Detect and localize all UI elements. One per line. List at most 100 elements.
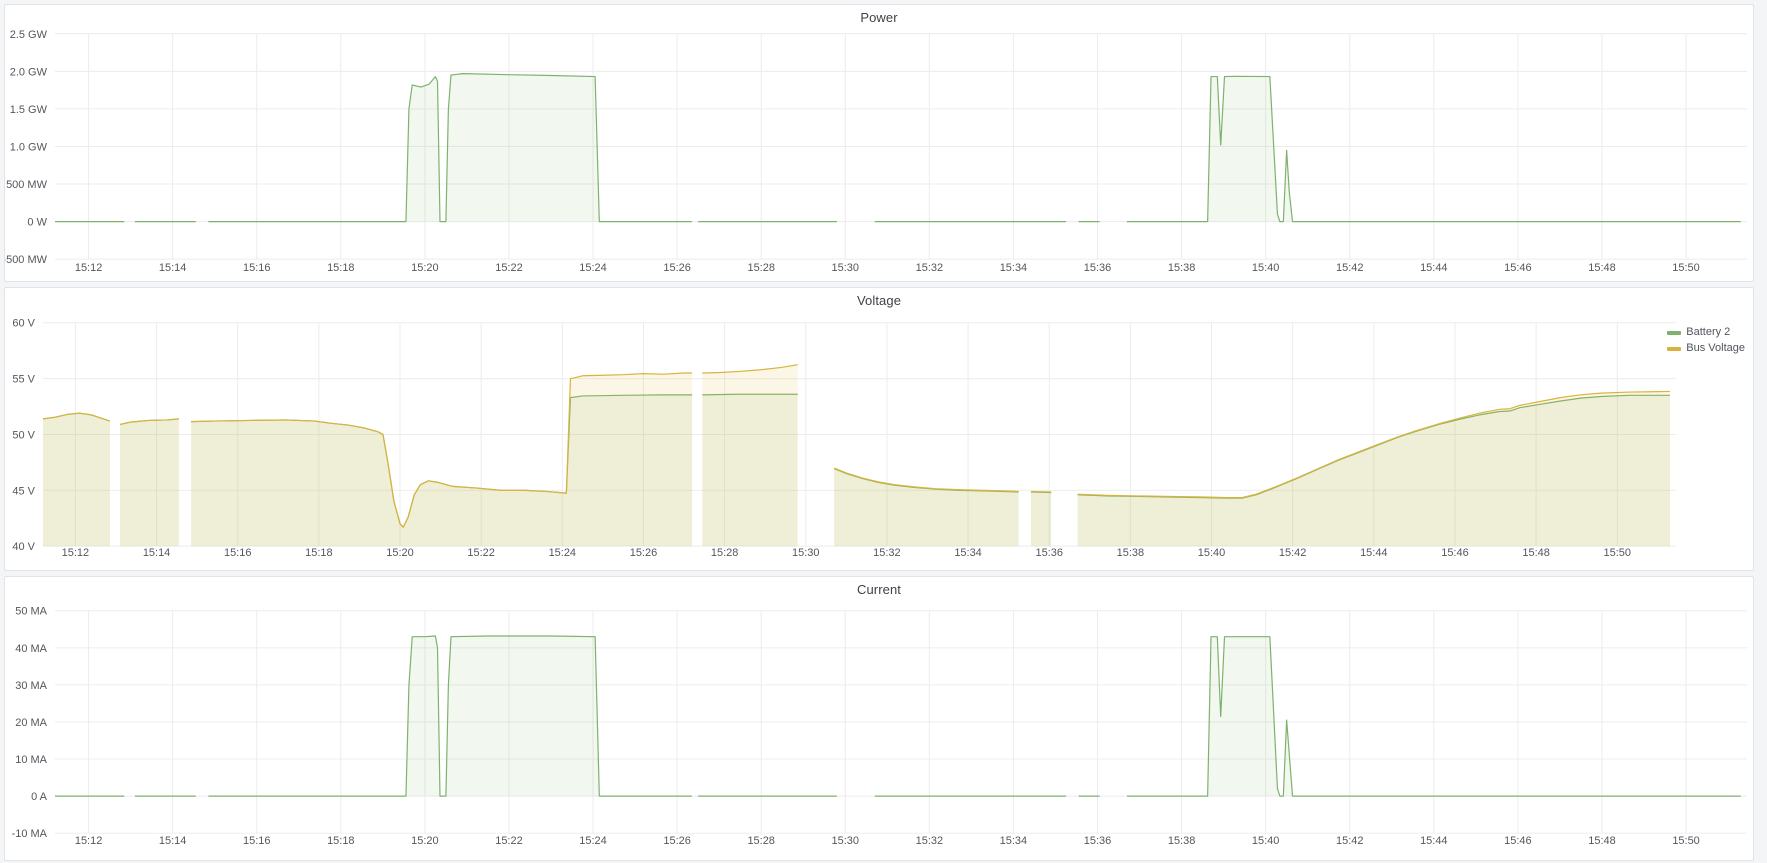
series-fill-bus-voltage	[43, 413, 110, 546]
x-tick-label: 15:34	[1000, 262, 1027, 274]
x-tick-label: 15:50	[1672, 835, 1699, 847]
x-tick-label: 15:28	[747, 835, 774, 847]
x-tick-label: 15:16	[224, 547, 251, 559]
y-tick-label: 40 V	[12, 541, 35, 553]
x-tick-label: 15:12	[62, 547, 89, 559]
legend-label: Bus Voltage	[1686, 342, 1745, 355]
panel-title-current[interactable]: Current	[5, 582, 1753, 597]
y-tick-label: 30 MA	[15, 680, 47, 692]
x-tick-label: 15:48	[1522, 547, 1549, 559]
y-tick-label: 1.0 GW	[10, 141, 48, 153]
y-tick-label: 2.5 GW	[10, 29, 48, 41]
x-tick-label: 15:40	[1198, 547, 1225, 559]
legend-item-battery-2[interactable]: Battery 2	[1667, 326, 1745, 339]
series-fill-bus-voltage	[120, 419, 179, 546]
y-tick-label: 10 MA	[15, 754, 47, 766]
panel-current: 50 MA 40 MA 30 MA 20 MA 10 MA 0 A -10 MA 15:12 1…	[4, 576, 1754, 861]
legend-swatch	[1667, 347, 1681, 351]
x-tick-label: 15:40	[1252, 262, 1279, 274]
x-tick-label: 15:34	[1000, 835, 1027, 847]
x-tick-label: 15:44	[1420, 262, 1447, 274]
x-tick-label: 15:14	[143, 547, 170, 559]
y-tick-label: 60 V	[12, 318, 35, 330]
y-tick-label: 50 V	[12, 429, 35, 441]
x-tick-label: 15:20	[386, 547, 413, 559]
x-tick-label: 15:46	[1504, 262, 1531, 274]
x-tick-label: 15:20	[411, 835, 438, 847]
x-tick-label: 15:28	[747, 262, 774, 274]
x-tick-label: 15:36	[1084, 835, 1111, 847]
x-tick-label: 15:36	[1084, 262, 1111, 274]
y-tick-label: 45 V	[12, 485, 35, 497]
x-tick-label: 15:42	[1336, 835, 1363, 847]
x-tick-label: 15:50	[1672, 262, 1699, 274]
x-tick-label: 15:26	[663, 835, 690, 847]
x-tick-label: 15:20	[411, 262, 438, 274]
voltage-chart[interactable]: 60 V 55 V 50 V 45 V 40 V 15:12 15:14 15:16 15:18…	[5, 288, 1753, 570]
x-tick-label: 15:18	[305, 547, 332, 559]
x-tick-label: 15:46	[1441, 547, 1468, 559]
panel-voltage: 60 V 55 V 50 V 45 V 40 V 15:12 15:14 15:16 15:18…	[4, 287, 1754, 571]
x-tick-label: 15:30	[792, 547, 819, 559]
y-tick-label: 1.5 GW	[10, 104, 48, 116]
x-tick-label: 15:42	[1336, 262, 1363, 274]
panel-title-power[interactable]: Power	[5, 10, 1753, 25]
x-tick-label: 15:22	[495, 835, 522, 847]
x-tick-label: 15:26	[663, 262, 690, 274]
y-tick-label: 0 A	[31, 791, 48, 803]
x-tick-label: 15:32	[916, 835, 943, 847]
series-fill-bus-voltage	[191, 373, 692, 546]
x-tick-label: 15:44	[1360, 547, 1387, 559]
y-tick-label: -10 MA	[12, 828, 48, 840]
x-tick-label: 15:38	[1117, 547, 1144, 559]
x-tick-label: 15:48	[1588, 262, 1615, 274]
x-tick-label: 15:16	[243, 835, 270, 847]
x-tick-label: 15:38	[1168, 835, 1195, 847]
x-tick-label: 15:26	[630, 547, 657, 559]
y-tick-label: 2.0 GW	[10, 66, 48, 78]
x-tick-label: 15:36	[1035, 547, 1062, 559]
x-tick-label: 15:34	[954, 547, 981, 559]
x-tick-label: 15:46	[1504, 835, 1531, 847]
legend-swatch	[1667, 331, 1681, 335]
y-tick-label: 40 MA	[15, 643, 47, 655]
x-tick-label: 15:40	[1252, 835, 1279, 847]
x-tick-label: 15:24	[579, 262, 606, 274]
x-tick-label: 15:44	[1420, 835, 1447, 847]
y-tick-label: 55 V	[12, 374, 35, 386]
x-tick-label: 15:18	[327, 262, 354, 274]
x-tick-label: 15:24	[579, 835, 606, 847]
x-tick-label: 15:22	[495, 262, 522, 274]
panel-title-voltage[interactable]: Voltage	[5, 293, 1753, 308]
power-chart[interactable]: 2.5 GW 2.0 GW 1.5 GW 1.0 GW 500 MW 0 W -500 MW…	[5, 5, 1753, 281]
x-tick-label: 15:12	[75, 835, 102, 847]
x-tick-label: 15:48	[1588, 835, 1615, 847]
x-tick-label: 15:30	[832, 262, 859, 274]
current-chart[interactable]: 50 MA 40 MA 30 MA 20 MA 10 MA 0 A -10 MA 15:12 1…	[5, 577, 1753, 860]
x-tick-label: 15:38	[1168, 262, 1195, 274]
legend: Battery 2 Bus Voltage	[1667, 326, 1745, 355]
x-tick-label: 15:16	[243, 262, 270, 274]
series-fill-bus-voltage	[702, 365, 797, 547]
y-tick-label: -500 MW	[5, 254, 48, 266]
x-tick-label: 15:14	[159, 835, 186, 847]
y-tick-label: 20 MA	[15, 717, 47, 729]
x-tick-label: 15:32	[873, 547, 900, 559]
x-tick-label: 15:18	[327, 835, 354, 847]
y-tick-label: 0 W	[27, 217, 47, 229]
y-tick-label: 500 MW	[6, 179, 48, 191]
series-fill-power	[208, 74, 691, 222]
series-fill-bus-voltage	[834, 468, 1019, 546]
legend-label: Battery 2	[1686, 326, 1730, 339]
x-tick-label: 15:24	[549, 547, 576, 559]
x-tick-label: 15:22	[467, 547, 494, 559]
x-tick-label: 15:28	[711, 547, 738, 559]
x-tick-label: 15:50	[1604, 547, 1631, 559]
panel-power: 2.5 GW 2.0 GW 1.5 GW 1.0 GW 500 MW 0 W -500 MW…	[4, 4, 1754, 282]
legend-item-bus-voltage[interactable]: Bus Voltage	[1667, 342, 1745, 355]
x-tick-label: 15:30	[832, 835, 859, 847]
x-tick-label: 15:32	[916, 262, 943, 274]
x-tick-label: 15:14	[159, 262, 186, 274]
series-fill-bus-voltage	[1031, 491, 1051, 546]
y-tick-label: 50 MA	[15, 606, 47, 618]
